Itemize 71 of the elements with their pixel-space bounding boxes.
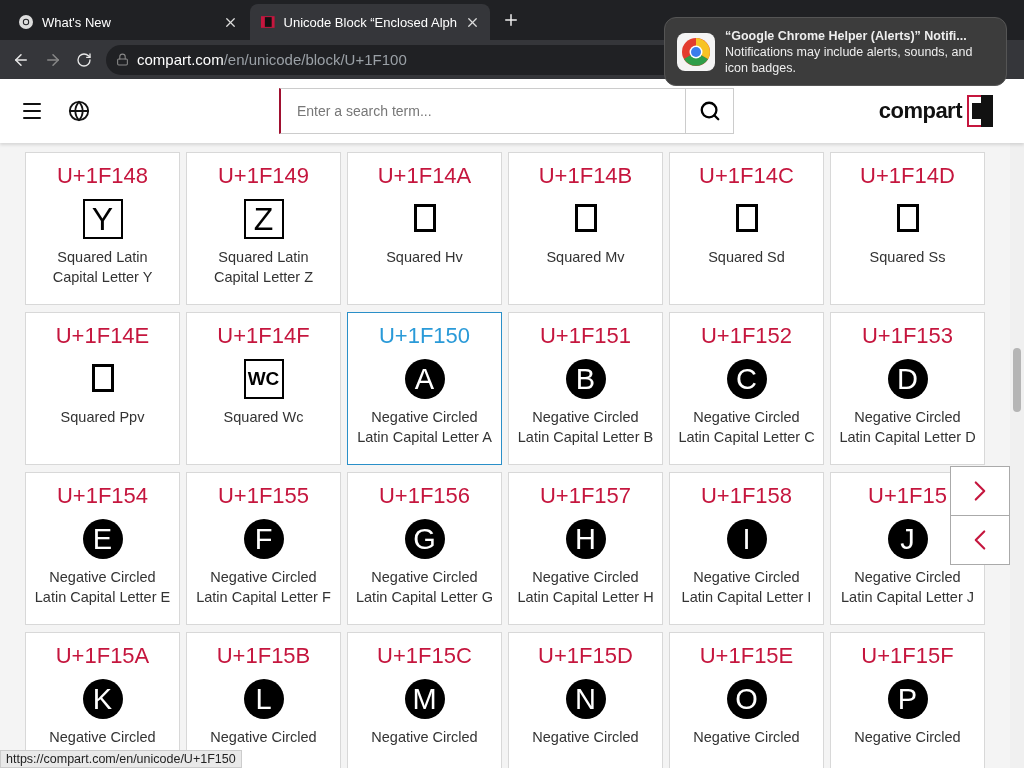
character-name: Squared Ppv xyxy=(60,408,145,427)
circled-glyph: J xyxy=(887,519,928,559)
squared-glyph: Z xyxy=(243,199,284,239)
link-url-tooltip: https://compart.com/en/unicode/U+1F150 xyxy=(0,750,242,768)
code-point: U+1F15D xyxy=(538,642,633,670)
code-point: U+1F14D xyxy=(860,162,955,190)
circled-glyph: P xyxy=(887,679,928,719)
circled-glyph: D xyxy=(887,359,928,399)
code-point: U+1F151 xyxy=(539,322,632,350)
character-name: Negative Circled xyxy=(854,728,961,747)
character-name: Negative Circled Latin Capital Letter E xyxy=(34,568,171,607)
character-name: Negative Circled Latin Capital Letter G xyxy=(356,568,493,607)
character-name: Negative Circled xyxy=(210,728,317,747)
character-name: Squared Wc xyxy=(223,408,304,427)
character-name: Negative Circled Latin Capital Letter B xyxy=(517,408,654,447)
code-point: U+1F155 xyxy=(217,482,310,510)
circled-glyph: N xyxy=(565,679,606,719)
notification-body: Notifications may include alerts, sounds, and icon badges. xyxy=(725,43,974,76)
circled-glyph: A xyxy=(404,359,445,399)
character-name: Negative Circled xyxy=(532,728,639,747)
character-name: Negative Circled Latin Capital Letter J xyxy=(841,568,974,607)
code-point: U+1F15E xyxy=(699,642,794,670)
code-point: U+1F14E xyxy=(55,322,150,350)
character-name: Negative Circled Latin Capital Letter I xyxy=(681,568,812,607)
character-name: Squared Latin Capital Letter Y xyxy=(52,248,153,287)
code-point: U+1F157 xyxy=(539,482,632,510)
character-name: Squared Hv xyxy=(386,248,463,267)
character-name: Squared Latin Capital Letter Z xyxy=(213,248,314,287)
circled-glyph: H xyxy=(565,519,606,559)
code-point: U+1F149 xyxy=(217,162,310,190)
code-point: U+1F15C xyxy=(377,642,472,670)
character-name: Negative Circled Latin Capital Letter F xyxy=(196,568,331,607)
code-point: U+1F153 xyxy=(861,322,954,350)
code-point: U+1F15B xyxy=(216,642,311,670)
code-point: U+1F150 xyxy=(378,322,471,350)
character-name: Negative Circled Latin Capital Letter C xyxy=(678,408,815,447)
character-name: Negative Circled Latin Capital Letter D xyxy=(839,408,976,447)
character-name: Squared Ss xyxy=(869,248,946,267)
code-point: U+1F154 xyxy=(56,482,149,510)
character-name: Negative Circled xyxy=(693,728,800,747)
code-point: U+1F15F xyxy=(861,642,954,670)
circled-glyph: K xyxy=(82,679,123,719)
code-point: U+1F15 xyxy=(868,482,947,510)
character-name: Negative Circled Latin Capital Letter A xyxy=(357,408,492,447)
circled-glyph: I xyxy=(726,519,767,559)
code-point: U+1F15A xyxy=(55,642,150,670)
character-name: Negative Circled Latin Capital Letter H xyxy=(517,568,654,607)
code-point: U+1F14B xyxy=(538,162,633,190)
circled-glyph: B xyxy=(565,359,606,399)
circled-glyph: E xyxy=(82,519,123,559)
circled-glyph: L xyxy=(243,679,284,719)
notification-title: “Google Chrome Helper (Alerts)” Notifi... xyxy=(725,27,968,44)
circled-glyph: O xyxy=(726,679,767,719)
circled-glyph: M xyxy=(404,679,445,719)
character-name: Squared Sd xyxy=(708,248,785,267)
circled-glyph: C xyxy=(726,359,767,399)
code-point: U+1F152 xyxy=(700,322,793,350)
character-name: Negative Circled xyxy=(371,728,478,747)
code-point: U+1F14C xyxy=(699,162,794,190)
code-point: U+1F14F xyxy=(217,322,310,350)
character-name: Negative Circled xyxy=(49,728,156,747)
code-point: U+1F14A xyxy=(377,162,472,190)
circled-glyph: F xyxy=(243,519,284,559)
squared-glyph: Y xyxy=(82,199,123,239)
squared-glyph: WC xyxy=(243,359,284,399)
circled-glyph: G xyxy=(404,519,445,559)
logo-text: compart xyxy=(878,98,962,124)
code-point: U+1F158 xyxy=(700,482,793,510)
character-name: Squared Mv xyxy=(546,248,625,267)
code-point: U+1F148 xyxy=(56,162,149,190)
code-point: U+1F156 xyxy=(378,482,471,510)
